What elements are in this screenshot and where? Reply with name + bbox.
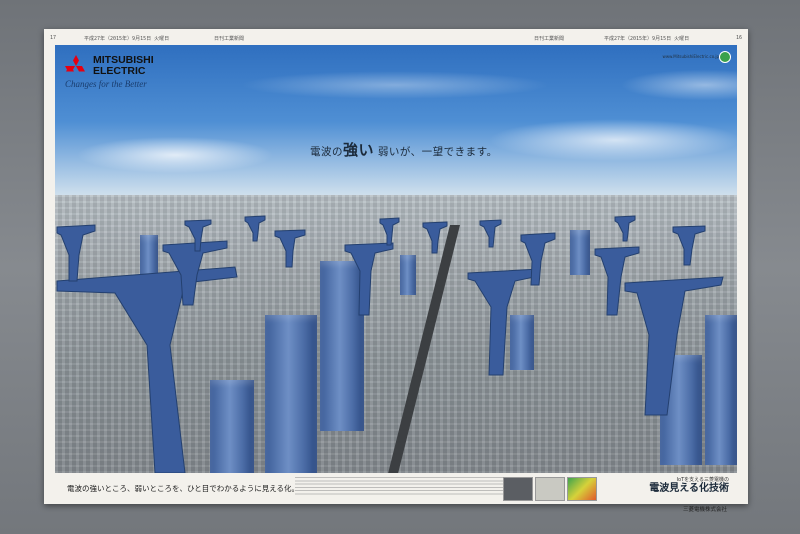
map-thumbnail (567, 477, 597, 501)
antenna-pylon (594, 246, 640, 316)
headline-prefix: 電波の (310, 146, 343, 158)
antenna-pylon (614, 215, 636, 242)
map-thumbnail (535, 477, 565, 501)
ad-footer: 電波の強いところ、弱いところを、ひと目でわかるように見える化。 IoTを支える三… (55, 475, 737, 513)
map-thumbnail (503, 477, 533, 501)
large-antenna-pylon (624, 276, 724, 416)
newspaper-header-strip: 17 平成27年（2015年）9月15日 火曜日 日刊工業新聞 日刊工業新聞 平… (44, 29, 748, 45)
newspaper-page: 17 平成27年（2015年）9月15日 火曜日 日刊工業新聞 日刊工業新聞 平… (44, 29, 748, 513)
left-paper-name: 日刊工業新聞 (214, 36, 245, 42)
body-copy-text (295, 477, 505, 497)
headline-suffix: 弱いが、一望できます。 (374, 146, 498, 158)
antenna-pylons (56, 215, 724, 473)
left-date: 平成27年（2015年）9月15日 火曜日 (84, 36, 170, 42)
right-date: 平成27年（2015年）9月15日 火曜日 (604, 36, 690, 42)
antenna-pylon (479, 219, 502, 248)
corner-url: www.MitsubishiElectric.co.jp (662, 54, 719, 59)
advertisement-photo: MITSUBISHI ELECTRIC Changes for the Bett… (55, 45, 737, 473)
antenna-pylon (672, 225, 706, 266)
antenna-pylon (274, 229, 306, 268)
ad-headline: 電波の強い 弱いが、一望できます。 (310, 139, 498, 160)
product-box: IoTを支える三菱電機の 電波見える化技術 (611, 476, 729, 498)
antenna-pylon (344, 242, 394, 316)
left-folio: 17 (50, 35, 57, 41)
three-diamonds-icon (65, 55, 85, 72)
headline-emphasis: 強い (343, 141, 375, 159)
brand-tagline: Changes for the Better (65, 79, 147, 89)
brand-name: MITSUBISHI ELECTRIC (93, 55, 154, 77)
company-name: 三菱電機株式会社 (682, 507, 727, 513)
brand-name-line2: ELECTRIC (93, 65, 146, 77)
footer-caption: 電波の強いところ、弱いところを、ひと目でわかるように見える化。 (67, 484, 300, 493)
right-paper-name: 日刊工業新聞 (534, 36, 565, 42)
globe-icon (719, 51, 731, 63)
antenna-pylon (244, 215, 266, 242)
antenna-pylon (467, 268, 540, 376)
product-subtitle: IoTを支える三菱電機の (676, 477, 729, 483)
antenna-pylon (379, 217, 400, 246)
antenna-pylon (56, 224, 96, 282)
large-antenna-pylon (56, 266, 238, 473)
antenna-pylon (422, 221, 448, 254)
product-title: 電波見える化技術 (649, 483, 729, 494)
right-folio: 16 (735, 35, 742, 41)
